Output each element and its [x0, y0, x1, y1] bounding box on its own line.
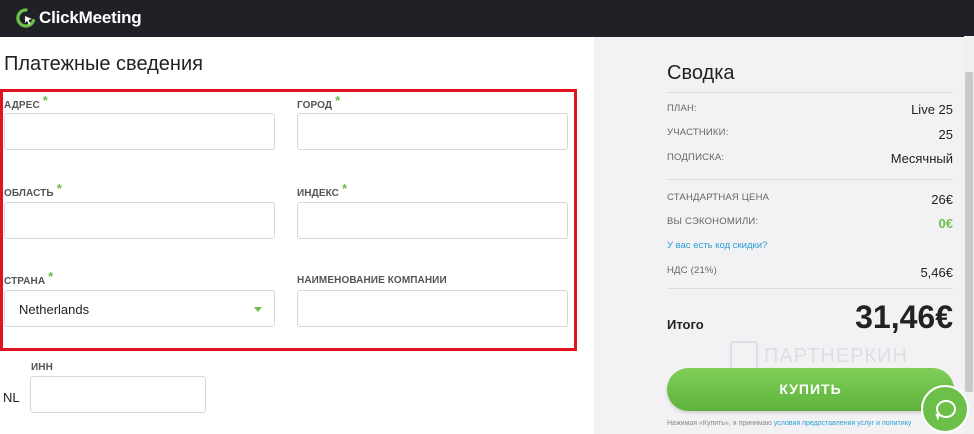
divider — [667, 179, 953, 180]
city-label: ГОРОД * — [297, 93, 341, 111]
divider — [667, 92, 953, 93]
summary-panel: Сводка ПЛАН: Live 25 УЧАСТНИКИ: 25 ПОДПИ… — [594, 37, 974, 434]
billing-panel: Платежные сведения АДРЕС * ГОРОД * ОБЛАСТЬ… — [0, 37, 594, 434]
region-label: ОБЛАСТЬ * — [4, 181, 62, 199]
country-select[interactable]: Netherlands — [4, 290, 275, 327]
required-mark: * — [335, 93, 341, 108]
savings-value: 0€ — [938, 216, 953, 231]
standard-price-value: 26€ — [931, 192, 953, 207]
chat-button[interactable] — [921, 385, 969, 433]
standard-price-label: СТАНДАРТНАЯ ЦЕНА — [667, 192, 770, 203]
required-mark: * — [48, 269, 54, 284]
highlighted-form-area: АДРЕС * ГОРОД * ОБЛАСТЬ * ИНДЕКС * СТРАНА * N… — [0, 89, 577, 351]
zip-input[interactable] — [297, 202, 568, 239]
savings-label: ВЫ СЭКОНОМИЛИ: — [667, 216, 759, 227]
buy-button[interactable]: КУПИТЬ — [667, 368, 954, 411]
divider — [667, 288, 953, 289]
country-label: СТРАНА * — [4, 269, 54, 287]
discount-code-link[interactable]: У вас есть код скидки? — [667, 240, 767, 251]
tax-id-input[interactable] — [30, 376, 206, 413]
chevron-down-icon — [254, 307, 262, 312]
plan-value: Live 25 — [911, 102, 953, 117]
subscription-value: Месячный — [890, 151, 953, 166]
logo-icon — [16, 8, 36, 28]
vat-value: 5,46€ — [920, 265, 953, 280]
address-label: АДРЕС * — [4, 93, 48, 111]
subscription-label: ПОДПИСКА: — [667, 152, 725, 163]
required-mark: * — [342, 181, 348, 196]
required-mark: * — [56, 181, 62, 196]
participants-label: УЧАСТНИКИ: — [667, 127, 729, 138]
scrollbar-thumb[interactable] — [965, 72, 973, 392]
region-input[interactable] — [4, 202, 275, 239]
terms-fineprint: Нажимая «Купить», я принимаю условия пре… — [667, 420, 912, 427]
required-mark: * — [42, 93, 48, 108]
summary-title: Сводка — [667, 62, 735, 84]
total-label: Итого — [667, 317, 704, 332]
country-value: Netherlands — [19, 302, 90, 317]
terms-link[interactable]: условия предоставления услуг и политику — [774, 420, 911, 427]
tax-id-label: ИНН — [31, 362, 53, 373]
top-bar: ClickMeeting — [0, 0, 974, 37]
company-label: НАИМЕНОВАНИЕ КОМПАНИИ — [297, 275, 447, 286]
vat-label: НДС (21%) — [667, 265, 717, 276]
scrollbar[interactable] — [964, 36, 974, 434]
watermark-text: ПАРТНЕРКИН — [764, 344, 908, 367]
clickmeeting-logo[interactable]: ClickMeeting — [16, 8, 142, 28]
plan-label: ПЛАН: — [667, 103, 697, 114]
participants-value: 25 — [938, 127, 953, 142]
brand-name: ClickMeeting — [39, 8, 142, 27]
page-title: Платежные сведения — [4, 53, 203, 75]
company-name-input[interactable] — [297, 290, 568, 327]
zip-label: ИНДЕКС * — [297, 181, 348, 199]
tax-id-prefix: NL — [3, 390, 20, 405]
watermark-icon — [730, 341, 758, 371]
watermark: ПАРТНЕРКИН — [730, 341, 908, 371]
chat-icon-tail — [933, 413, 940, 421]
address-input[interactable] — [4, 113, 275, 150]
total-value: 31,46€ — [855, 299, 953, 335]
city-input[interactable] — [297, 113, 568, 150]
